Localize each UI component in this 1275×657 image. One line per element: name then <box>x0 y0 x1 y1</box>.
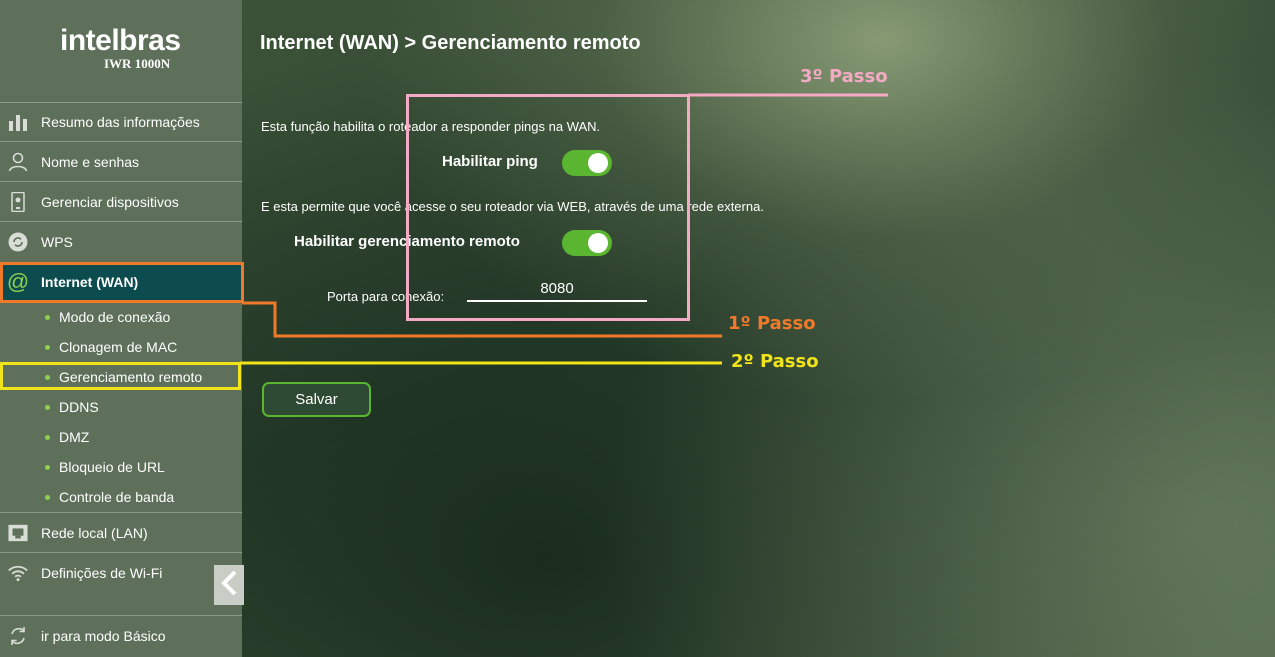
subitem-ddns[interactable]: DDNS <box>0 393 242 421</box>
subitem-label: Controle de banda <box>59 489 175 505</box>
save-button[interactable]: Salvar <box>262 382 371 417</box>
sidebar-item-label: Resumo das informações <box>41 114 200 130</box>
chevron-left-icon <box>220 570 238 601</box>
bullet-icon <box>45 344 50 350</box>
wifi-icon <box>8 563 28 583</box>
remote-management-toggle[interactable] <box>562 230 612 256</box>
subitem-label: DDNS <box>59 399 99 415</box>
intelbras-logo: intelbras <box>60 24 181 57</box>
sidebar-item-nome-senhas[interactable]: Nome e senhas <box>0 142 242 182</box>
subitem-dmz[interactable]: DMZ <box>0 423 242 451</box>
at-icon: @ <box>6 269 30 294</box>
ethernet-icon <box>8 523 28 543</box>
subitem-controle-banda[interactable]: Controle de banda <box>0 483 242 511</box>
step2-annotation: 2º Passo <box>731 351 819 372</box>
sidebar-item-wifi[interactable]: Definições de Wi-Fi <box>0 553 242 593</box>
toggle-knob <box>588 153 608 173</box>
remote-description: E esta permite que você acesse o seu rot… <box>261 199 764 214</box>
remote-management-label: Habilitar gerenciamento remoto <box>294 233 520 250</box>
subitem-clonagem-mac[interactable]: Clonagem de MAC <box>0 333 242 361</box>
ping-label: Habilitar ping <box>442 153 538 170</box>
subitem-label: Modo de conexão <box>59 309 171 325</box>
port-label: Porta para conexão: <box>327 289 445 304</box>
step3-annotation: 3º Passo <box>800 66 888 87</box>
sidebar-item-rede-local[interactable]: Rede local (LAN) <box>0 513 242 553</box>
ping-toggle[interactable] <box>562 150 612 176</box>
sidebar-item-label: ir para modo Básico <box>41 628 166 644</box>
user-icon <box>8 152 28 172</box>
collapse-sidebar-button[interactable] <box>214 565 244 605</box>
page-title: Internet (WAN) > Gerenciamento remoto <box>260 32 641 54</box>
sidebar-item-label: WPS <box>41 234 73 250</box>
subitem-label: DMZ <box>59 429 90 445</box>
bullet-icon <box>45 374 50 380</box>
subitem-label: Bloqueio de URL <box>59 459 165 475</box>
sidebar-item-internet-wan[interactable]: @ Internet (WAN) <box>0 262 242 302</box>
ping-description: Esta função habilita o roteador a respon… <box>261 119 601 134</box>
wps-icon <box>8 232 28 252</box>
bullet-icon <box>45 404 50 410</box>
sidebar-item-resumo[interactable]: Resumo das informações <box>0 102 242 142</box>
bullet-icon <box>45 314 50 320</box>
bullet-icon <box>45 434 50 440</box>
sidebar-item-wps[interactable]: WPS <box>0 222 242 262</box>
sidebar-item-label: Nome e senhas <box>41 154 140 170</box>
bar-chart-icon <box>8 112 28 132</box>
subitem-label: Clonagem de MAC <box>59 339 178 355</box>
sidebar-item-modo-basico[interactable]: ir para modo Básico <box>0 616 242 656</box>
subitem-gerenciamento-remoto[interactable]: Gerenciamento remoto <box>0 363 242 391</box>
model-label: IWR 1000N <box>104 56 171 71</box>
subitem-modo-conexao[interactable]: Modo de conexão <box>0 303 242 331</box>
subitem-bloqueio-url[interactable]: Bloqueio de URL <box>0 453 242 481</box>
sidebar-item-label: Internet (WAN) <box>41 274 139 290</box>
step1-annotation: 1º Passo <box>728 313 816 334</box>
swap-icon <box>8 626 28 646</box>
device-icon <box>8 192 28 212</box>
toggle-knob <box>588 233 608 253</box>
port-input[interactable] <box>467 276 647 302</box>
bullet-icon <box>45 464 50 470</box>
sidebar-item-label: Gerenciar dispositivos <box>41 194 179 210</box>
bullet-icon <box>45 494 50 500</box>
sidebar: intelbras IWR 1000N Resumo das informaçõ… <box>0 0 244 657</box>
subitem-label: Gerenciamento remoto <box>59 369 203 385</box>
sidebar-item-label: Rede local (LAN) <box>41 525 148 541</box>
sidebar-item-gerenciar-dispositivos[interactable]: Gerenciar dispositivos <box>0 182 242 222</box>
sidebar-item-label: Definições de Wi-Fi <box>41 565 163 581</box>
